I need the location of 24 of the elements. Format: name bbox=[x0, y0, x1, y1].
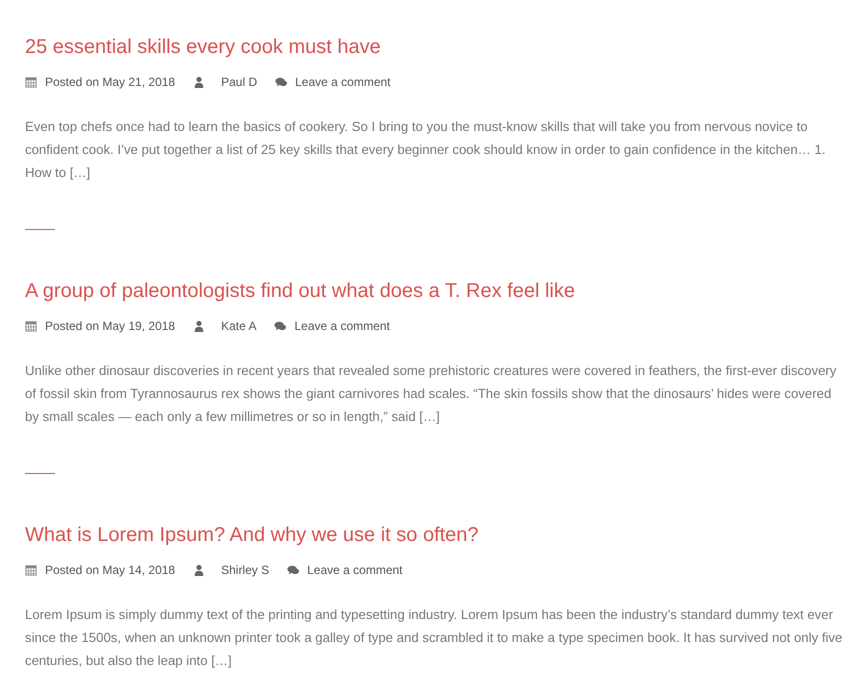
comments-icon bbox=[287, 564, 300, 576]
author-link[interactable]: Paul D bbox=[221, 73, 258, 91]
calendar-icon bbox=[25, 320, 37, 332]
user-icon bbox=[193, 76, 206, 88]
comment-link[interactable]: Leave a comment bbox=[294, 317, 390, 335]
comment-link[interactable]: Leave a comment bbox=[307, 561, 403, 579]
calendar-icon bbox=[25, 76, 37, 88]
post-excerpt: Unlike other dinosaur discoveries in recent years that revealed some prehistoric creatures were covered in feathers, the first-ever discovery of fossil skin from Tyrannosaurus rex shows the giant carnivores had scales. “The skin fossils show that the dinosaurs’ hides were covered by small scales — each only a few millimetres or so in length,” said […] bbox=[25, 362, 838, 426]
post-title-link[interactable]: A group of paleontologists find out what does a T. Rex feel like bbox=[25, 278, 575, 304]
comment-link[interactable]: Leave a comment bbox=[295, 73, 391, 91]
author-link[interactable]: Shirley S bbox=[221, 561, 270, 579]
post-date-link[interactable]: Posted on May 14, 2018 bbox=[45, 561, 176, 579]
post-excerpt: Even top chefs once had to learn the basics of cookery. So I bring to you the must-know skills that will take you from nervous novice to confident cook. I’ve put together a list of 25 key skills that every beginner cook should know in order to gain confidence in the kitchen… 1. How to […] bbox=[25, 118, 827, 182]
post-date-link[interactable]: Posted on May 21, 2018 bbox=[45, 73, 176, 91]
comments-icon bbox=[275, 76, 288, 88]
post-title-link[interactable]: What is Lorem Ipsum? And why we use it so often? bbox=[25, 522, 479, 548]
calendar-icon bbox=[25, 564, 37, 576]
user-icon bbox=[193, 564, 206, 576]
post-title-link[interactable]: 25 essential skills every cook must have bbox=[25, 34, 381, 60]
author-link[interactable]: Kate A bbox=[221, 317, 256, 335]
comments-icon bbox=[274, 320, 286, 332]
user-icon bbox=[193, 320, 206, 332]
post-date-link[interactable]: Posted on May 19, 2018 bbox=[45, 317, 176, 335]
post-excerpt: Lorem Ipsum is simply dummy text of the printing and typesetting industry. Lorem Ipsum has been the industry’s standard dummy text ever since the 1500s, when an unknown printer took a galley of type and scrambled it to make a type specimen book. It has survived not only five centuries, but also the leap into […] bbox=[25, 606, 844, 670]
